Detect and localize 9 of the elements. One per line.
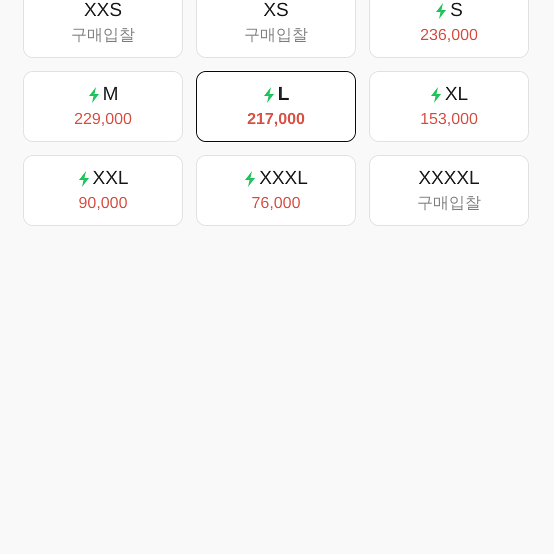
size-option[interactable]: M 229,000 <box>23 71 183 142</box>
size-option[interactable]: XL 153,000 <box>369 71 529 142</box>
size-option[interactable]: XXXXL 구매입찰 <box>369 155 529 226</box>
size-option[interactable]: XXL 90,000 <box>23 155 183 226</box>
size-option[interactable]: XS 구매입찰 <box>196 0 356 58</box>
size-option[interactable]: S 236,000 <box>369 0 529 58</box>
size-option[interactable]: L 217,000 <box>196 71 356 142</box>
size-option[interactable]: XXXL 76,000 <box>196 155 356 226</box>
size-option[interactable]: XXS 구매입찰 <box>23 0 183 58</box>
